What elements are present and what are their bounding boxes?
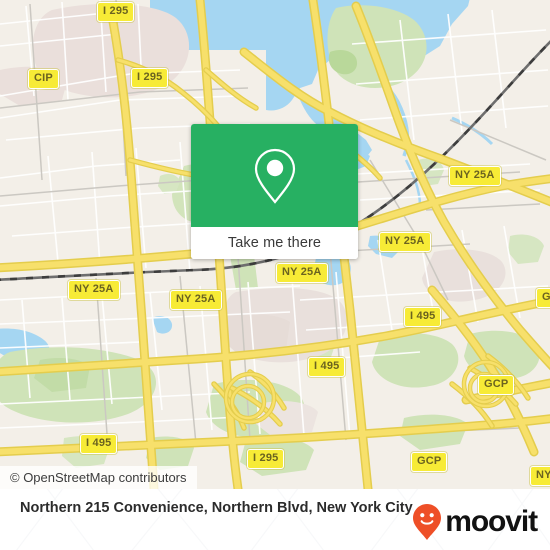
map-pin-icon (254, 148, 295, 204)
road-shield: I 295 (247, 449, 285, 469)
road-shield: I 495 (404, 307, 442, 327)
moovit-map-screenshot: I 295 CIP I 295 NY 25A NY 25A NY 25A NY 25A NY … (0, 0, 550, 550)
road-shield: NY 25A (276, 263, 328, 283)
road-shield: CIP (28, 69, 59, 89)
moovit-logo[interactable]: moovit (412, 503, 538, 541)
location-title: Northern 215 Convenience, Northern Blvd,… (20, 500, 413, 516)
road-shield: NY 25A (170, 290, 222, 310)
road-shield: GCP (478, 375, 515, 395)
road-shield: NY (530, 466, 550, 486)
moovit-smiley-pin-icon (413, 504, 442, 540)
take-me-there-button[interactable]: Take me there (191, 227, 358, 259)
road-shield: I 295 (97, 2, 135, 22)
road-shield: I 295 (131, 68, 169, 88)
road-shield: I 495 (80, 434, 118, 454)
take-me-there-label: Take me there (227, 235, 322, 251)
road-shield: NY 25A (379, 232, 431, 252)
road-shield: G (536, 288, 550, 308)
location-popup-card[interactable]: Take me there (191, 124, 358, 259)
road-shield: NY 25A (449, 166, 501, 186)
osm-attribution[interactable]: © OpenStreetMap contributors (0, 466, 197, 489)
road-shield: NY 25A (68, 280, 120, 300)
popup-header (191, 124, 358, 227)
footer-bar: Northern 215 Convenience, Northern Blvd,… (0, 489, 550, 550)
road-shield: I 495 (308, 357, 346, 377)
moovit-wordmark: moovit (445, 505, 538, 538)
road-shield: GCP (411, 452, 448, 472)
